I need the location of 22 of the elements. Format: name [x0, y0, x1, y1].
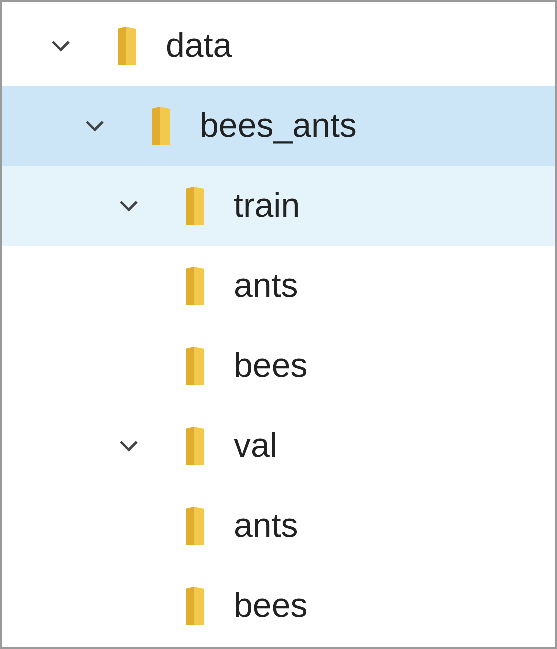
- folder-icon: [150, 105, 172, 147]
- folder-label: data: [166, 26, 232, 66]
- folder-icon: [184, 345, 206, 387]
- folder-icon: [184, 185, 206, 227]
- tree-item[interactable]: train: [2, 166, 555, 246]
- chevron-down-icon[interactable]: [118, 439, 140, 453]
- chevron-down-icon[interactable]: [84, 119, 106, 133]
- folder-label: train: [234, 186, 300, 226]
- folder-label: bees: [234, 586, 308, 626]
- chevron-down-icon[interactable]: [50, 39, 72, 53]
- folder-label: ants: [234, 266, 298, 306]
- folder-icon: [116, 25, 138, 67]
- folder-label: bees: [234, 346, 308, 386]
- folder-label: val: [234, 426, 278, 466]
- folder-icon: [184, 505, 206, 547]
- folder-icon: [184, 265, 206, 307]
- tree-item[interactable]: bees_ants: [2, 86, 555, 166]
- chevron-down-icon[interactable]: [118, 199, 140, 213]
- folder-icon: [184, 585, 206, 627]
- folder-label: ants: [234, 506, 298, 546]
- folder-icon: [184, 425, 206, 467]
- folder-label: bees_ants: [200, 106, 357, 146]
